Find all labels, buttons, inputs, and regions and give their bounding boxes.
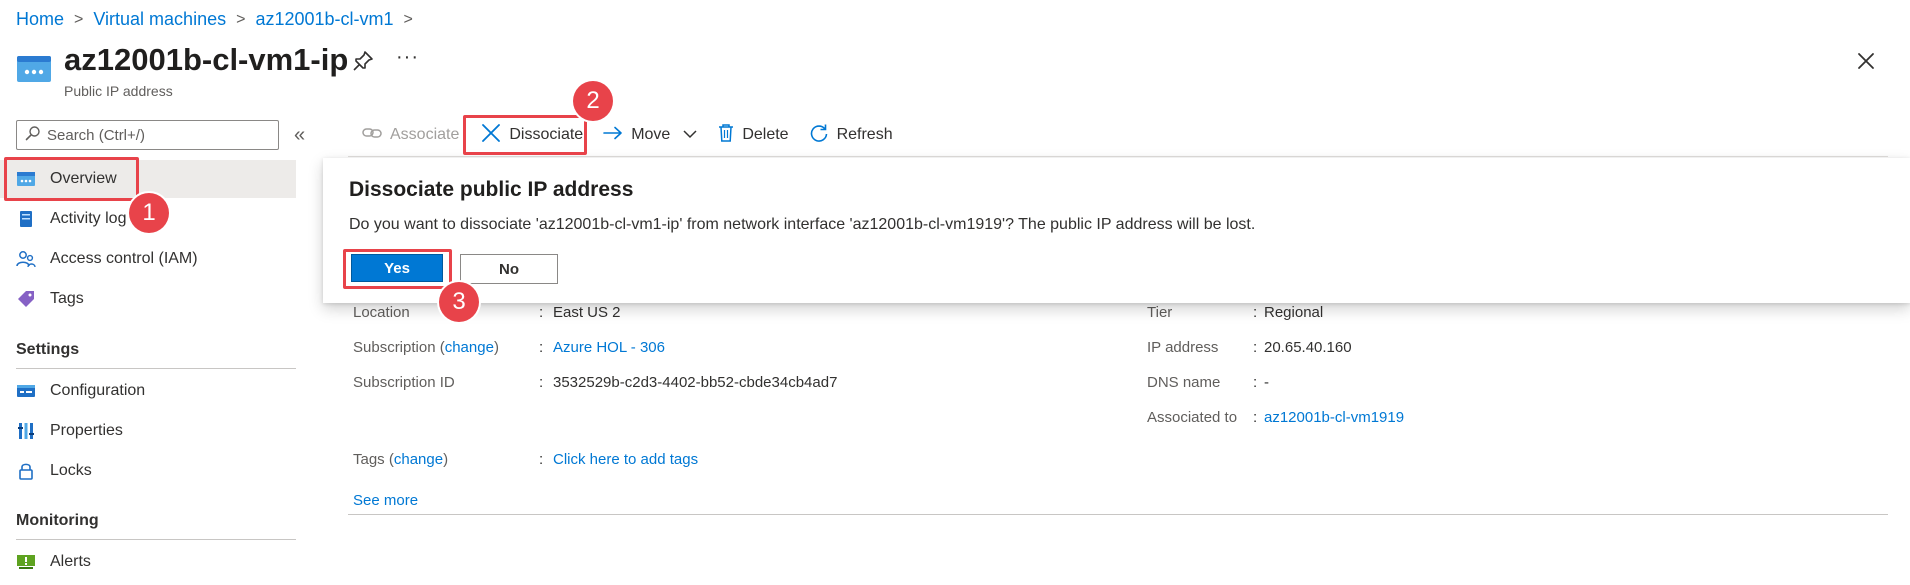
activity-log-icon	[16, 209, 36, 229]
dns-name-value: -	[1264, 374, 1269, 391]
field-colon: :	[539, 374, 544, 391]
collapse-sidebar-button[interactable]: «	[294, 124, 305, 147]
see-more-link[interactable]: See more	[353, 492, 418, 509]
associate-button[interactable]: Associate	[354, 118, 467, 152]
public-ip-icon	[16, 54, 52, 84]
highlight-dissociate	[463, 115, 587, 155]
close-icon[interactable]	[1855, 50, 1879, 74]
essentials-divider	[348, 514, 1888, 515]
move-button[interactable]: Move	[595, 118, 706, 152]
iam-icon	[16, 249, 36, 269]
location-label: Location	[353, 304, 410, 321]
callout-badge-2: 2	[573, 81, 613, 121]
subscription-link[interactable]: Azure HOL - 306	[553, 339, 665, 356]
dialog-message: Do you want to dissociate 'az12001b-cl-v…	[349, 216, 1256, 233]
link-icon	[362, 126, 382, 145]
subscription-id-value: 3532529b-c2d3-4402-bb52-cbde34cb4ad7	[553, 374, 838, 391]
field-colon: :	[539, 304, 544, 321]
sidebar-section-settings: Settings	[16, 341, 80, 358]
sidebar-item-label: Properties	[50, 422, 123, 439]
tags-label: Tags (change)	[353, 451, 449, 468]
field-colon: :	[1253, 374, 1258, 391]
chevron-right-icon: >	[236, 10, 246, 28]
section-divider	[16, 539, 296, 540]
breadcrumb-vm[interactable]: az12001b-cl-vm1	[255, 9, 393, 30]
sidebar-item-label: Locks	[50, 462, 92, 479]
refresh-button[interactable]: Refresh	[801, 118, 901, 152]
field-colon: :	[539, 451, 544, 468]
breadcrumb: Home > Virtual machines > az12001b-cl-vm…	[16, 9, 413, 30]
search-input[interactable]	[47, 126, 267, 144]
tier-label: Tier	[1147, 304, 1173, 321]
alerts-icon	[16, 552, 36, 572]
sidebar-section-monitoring: Monitoring	[16, 512, 99, 529]
tier-value: Regional	[1264, 304, 1324, 321]
trash-icon	[718, 123, 734, 148]
arrow-right-icon	[603, 126, 623, 145]
dialog-title: Dissociate public IP address	[349, 178, 634, 201]
toolbar-divider	[348, 156, 1888, 157]
chevron-right-icon: >	[74, 10, 84, 28]
breadcrumb-home[interactable]: Home	[16, 9, 64, 30]
field-colon: :	[1253, 304, 1258, 321]
change-subscription-link[interactable]: change	[445, 339, 494, 356]
sidebar-item-label: Configuration	[50, 382, 146, 399]
highlight-yes	[343, 249, 452, 289]
configuration-icon	[16, 381, 36, 401]
tag-icon	[16, 289, 36, 309]
associated-to-link[interactable]: az12001b-cl-vm1919	[1264, 409, 1404, 426]
sidebar-item-tags[interactable]: Tags	[0, 280, 296, 318]
delete-button[interactable]: Delete	[710, 118, 796, 152]
breadcrumb-virtual-machines[interactable]: Virtual machines	[93, 9, 226, 30]
properties-icon	[16, 421, 36, 441]
add-tags-link[interactable]: Click here to add tags	[553, 451, 698, 468]
change-tags-link[interactable]: change	[394, 451, 443, 468]
search-box[interactable]	[16, 120, 279, 150]
refresh-icon	[809, 123, 829, 148]
page-title: az12001b-cl-vm1-ip	[64, 42, 349, 77]
sidebar-item-alerts[interactable]: Alerts	[0, 543, 296, 581]
subscription-id-label: Subscription ID	[353, 374, 455, 391]
sidebar-item-iam[interactable]: Access control (IAM)	[0, 240, 296, 278]
sidebar-item-label: Tags	[50, 290, 84, 307]
associated-to-label: Associated to	[1147, 409, 1238, 426]
ip-address-value: 20.65.40.160	[1264, 339, 1352, 356]
more-options-button[interactable]: ···	[396, 46, 419, 69]
sidebar-item-configuration[interactable]: Configuration	[0, 372, 296, 410]
callout-badge-3: 3	[439, 282, 479, 322]
field-colon: :	[1253, 339, 1258, 356]
sidebar-item-label: Alerts	[50, 553, 91, 570]
ip-address-label: IP address	[1147, 339, 1219, 356]
highlight-overview	[4, 157, 139, 201]
sidebar-item-label: Activity log	[50, 210, 127, 227]
lock-icon	[16, 461, 36, 481]
callout-badge-1: 1	[129, 193, 169, 233]
dissociate-dialog: Dissociate public IP address Do you want…	[323, 158, 1910, 303]
chevron-down-icon	[682, 126, 698, 144]
section-divider	[16, 368, 296, 369]
subscription-label: Subscription (change)	[353, 339, 499, 356]
command-bar: Associate Dissociate Move Delete Refresh	[354, 118, 901, 152]
chevron-right-icon: >	[403, 10, 413, 28]
field-colon: :	[1253, 409, 1258, 426]
page-subtitle: Public IP address	[64, 83, 173, 99]
dns-name-label: DNS name	[1147, 374, 1221, 391]
field-colon: :	[539, 339, 544, 356]
sidebar-item-locks[interactable]: Locks	[0, 452, 296, 490]
sidebar-item-properties[interactable]: Properties	[0, 412, 296, 450]
sidebar-item-label: Access control (IAM)	[50, 250, 198, 267]
pin-icon[interactable]	[352, 50, 376, 74]
search-icon	[25, 125, 41, 146]
location-value: East US 2	[553, 304, 621, 321]
no-button[interactable]: No	[460, 254, 558, 284]
